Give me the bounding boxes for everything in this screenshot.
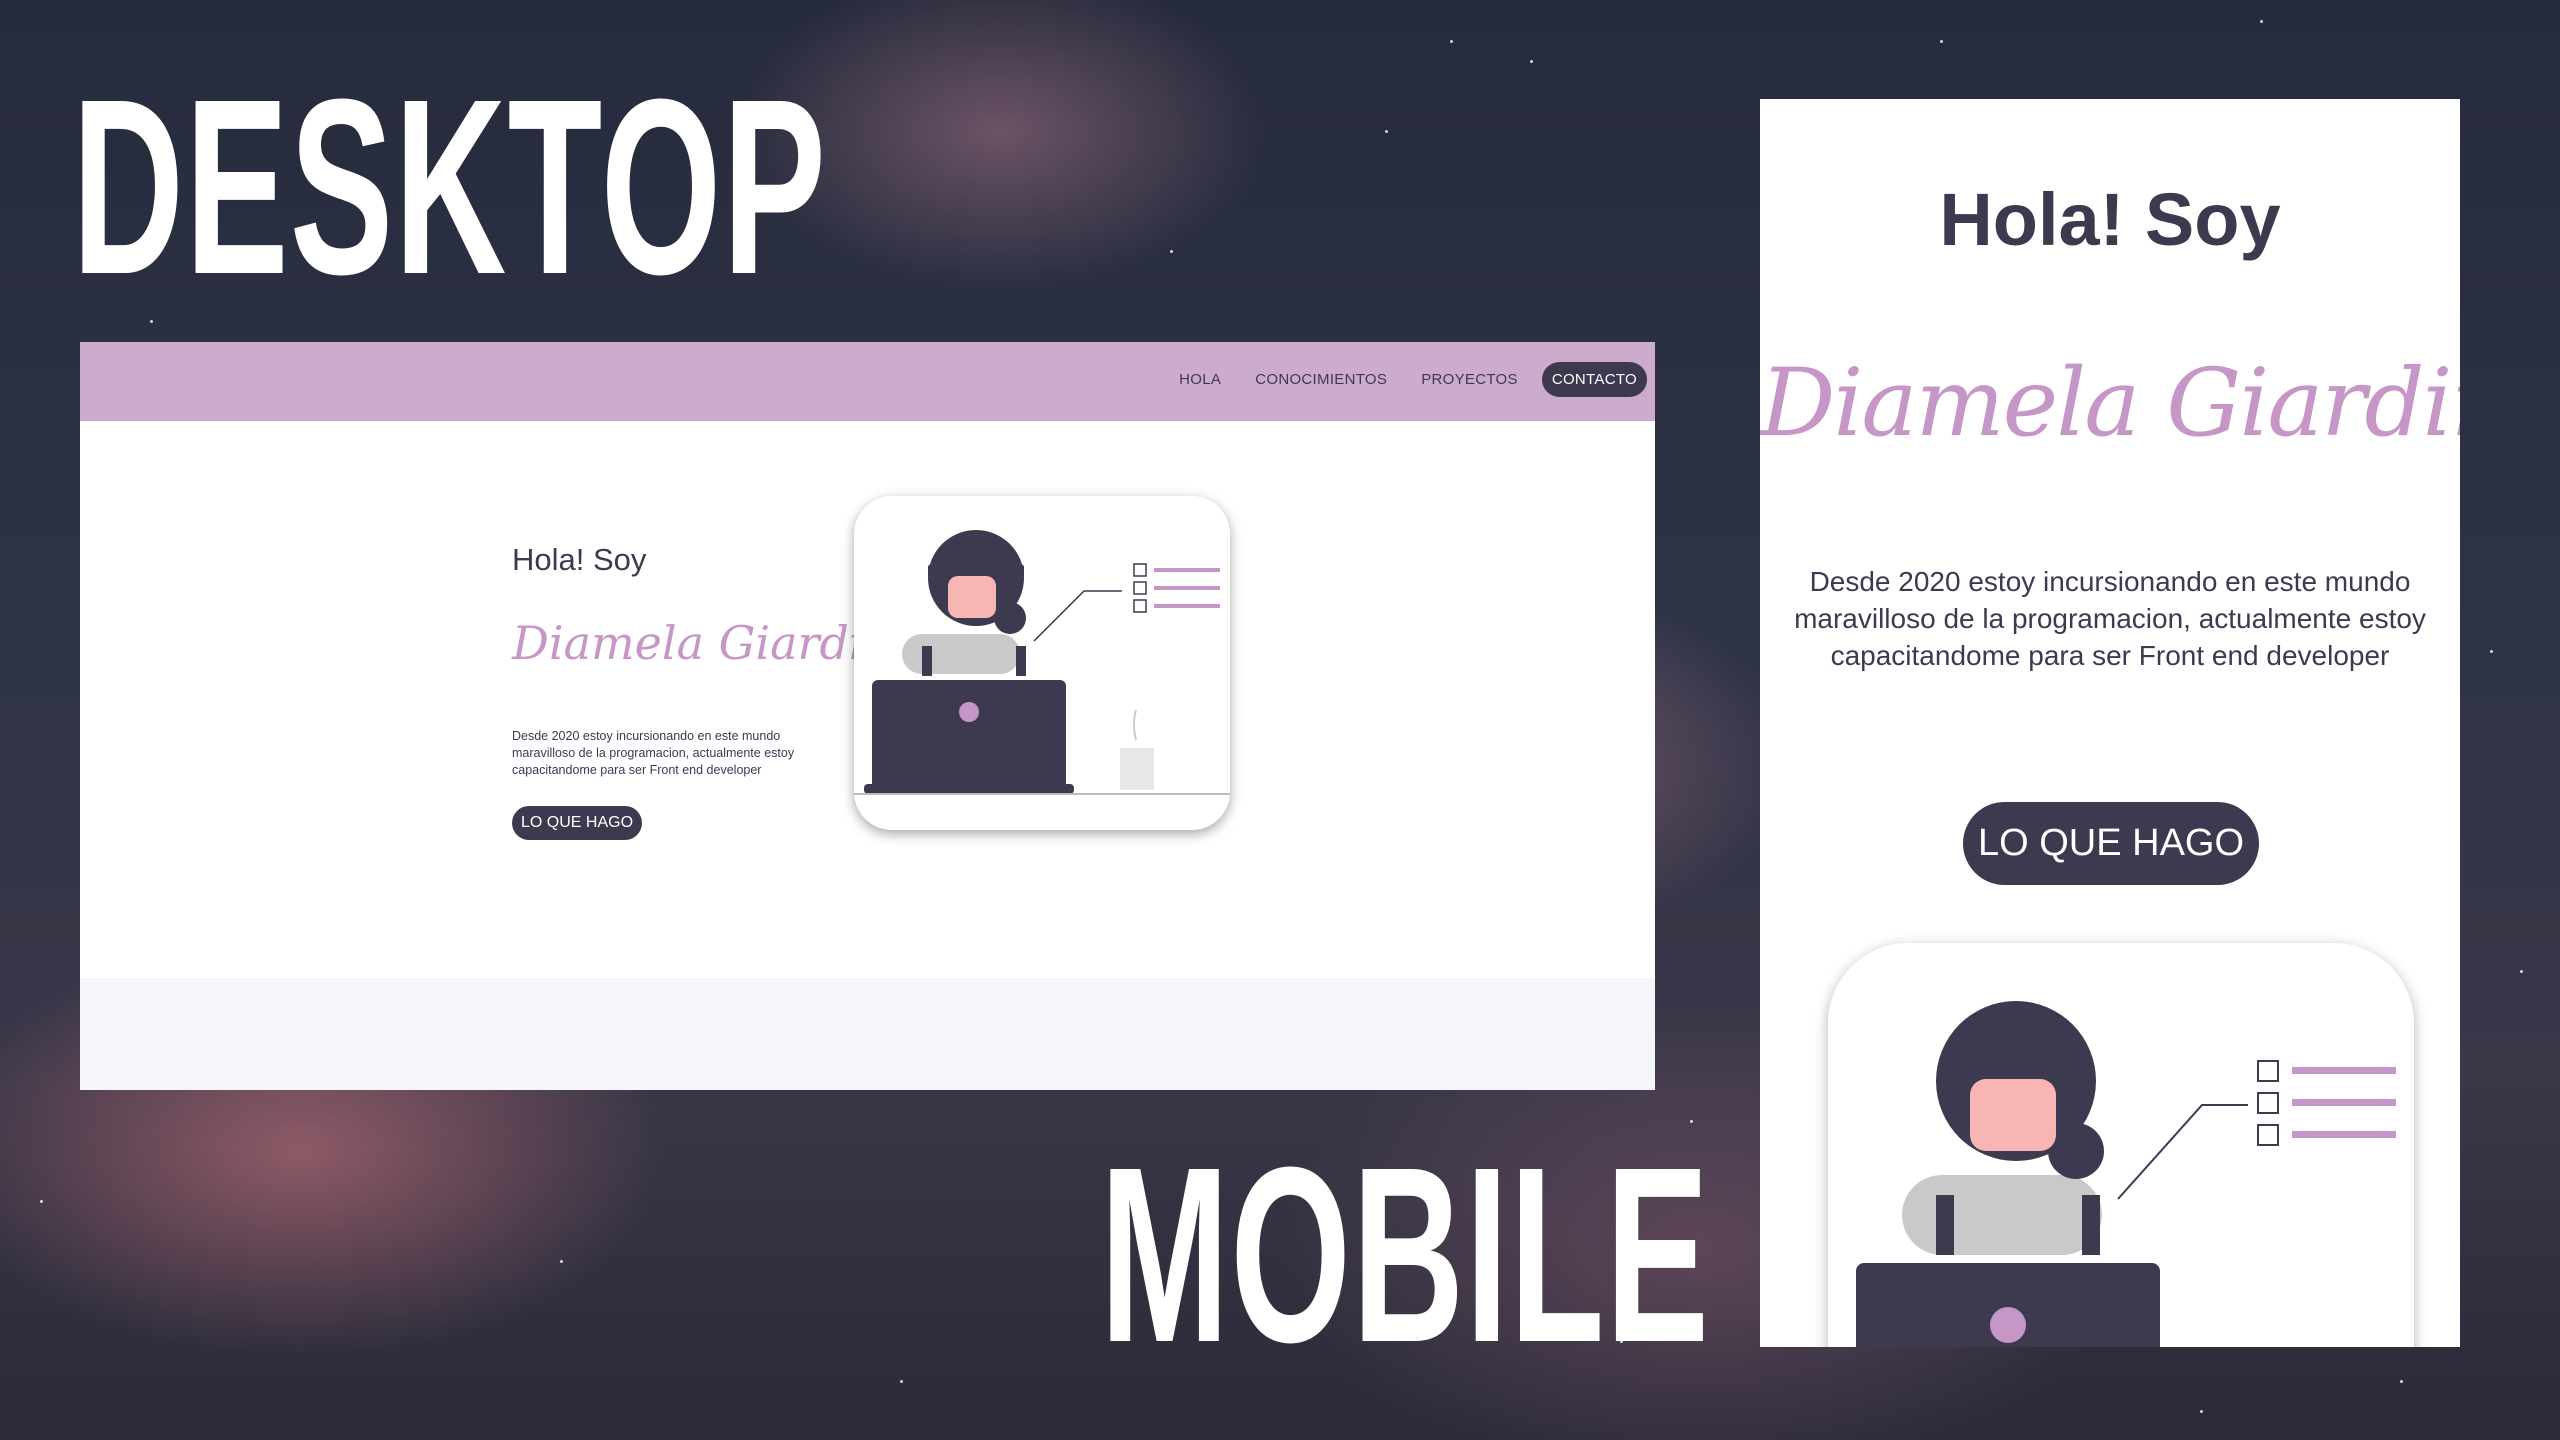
nav-item-conocimientos[interactable]: CONOCIMIENTOS	[1255, 363, 1387, 396]
nav-menu: HOLA CONOCIMIENTOS PROYECTOS CONTACTO	[1145, 362, 1647, 397]
next-section	[80, 978, 1655, 1090]
nav-item-proyectos[interactable]: PROYECTOS	[1421, 363, 1518, 396]
mobile-label: MOBILE	[1100, 1115, 1711, 1394]
greeting: Hola! Soy	[512, 542, 647, 577]
hero-illustration	[1828, 943, 2414, 1347]
lo-que-hago-button[interactable]: LO QUE HAGO	[1963, 802, 2259, 885]
navbar: HOLA CONOCIMIENTOS PROYECTOS CONTACTO	[80, 342, 1655, 421]
desktop-label: DESKTOP	[72, 47, 828, 326]
name-title: Diamela Giardini	[512, 616, 908, 670]
nav-item-hola[interactable]: HOLA	[1179, 363, 1221, 396]
mobile-preview: Hola! Soy Diamela Giardini Desde 2020 es…	[1760, 99, 2460, 1347]
description: Desde 2020 estoy incursionando en este m…	[512, 729, 795, 777]
woman-laptop-icon	[1856, 1001, 2396, 1347]
lo-que-hago-button[interactable]: LO QUE HAGO	[512, 806, 643, 840]
woman-laptop-icon	[854, 530, 1230, 795]
name-title: Diamela Giardini	[1760, 349, 2460, 458]
description: Desde 2020 estoy incursionando en este m…	[1794, 566, 2426, 671]
greeting: Hola! Soy	[1939, 178, 2281, 261]
nav-item-contacto[interactable]: CONTACTO	[1541, 362, 1647, 397]
hero-illustration	[854, 496, 1230, 830]
desktop-preview: HOLA CONOCIMIENTOS PROYECTOS CONTACTO Ho…	[80, 342, 1655, 1090]
